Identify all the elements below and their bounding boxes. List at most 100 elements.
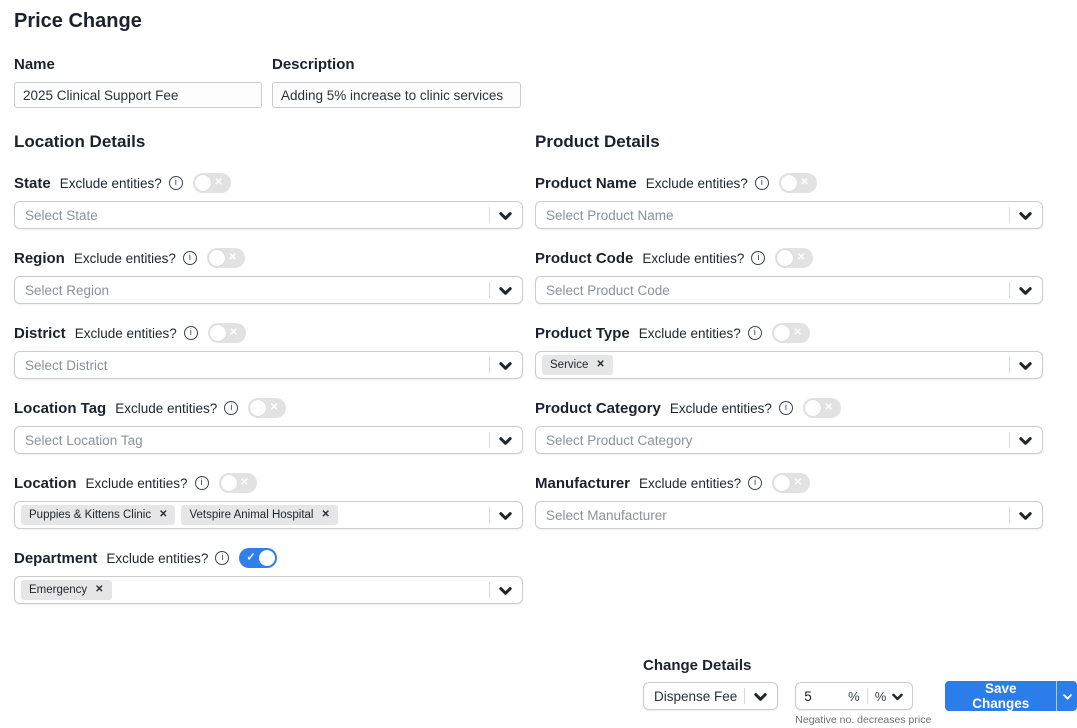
chip-remove-icon[interactable]: ✕ <box>159 510 167 520</box>
unit-value: % <box>875 689 887 704</box>
name-label: Name <box>14 56 262 73</box>
info-icon[interactable]: i <box>195 476 209 490</box>
exclude-entities-label: Exclude entities? <box>60 176 162 191</box>
district-select[interactable]: Select District <box>14 351 523 379</box>
description-input[interactable] <box>272 82 521 108</box>
field-product-type: Product Type Exclude entities? i ✕ ✓ Ser… <box>535 323 1043 379</box>
amount-suffix: % <box>848 689 860 704</box>
department-exclude-toggle[interactable]: ✕ ✓ <box>239 548 277 568</box>
product-name-label: Product Name <box>535 175 637 192</box>
save-options-button[interactable] <box>1056 681 1077 711</box>
selected-chip: Puppies & Kittens Clinic ✕ <box>21 505 175 525</box>
manufacturer-exclude-toggle[interactable]: ✕ ✓ <box>772 473 810 493</box>
select-divider <box>1009 357 1010 373</box>
amount-helper-text: Negative no. decreases price <box>795 714 931 726</box>
location-tag-select[interactable]: Select Location Tag <box>14 426 523 454</box>
field-location-tag: Location Tag Exclude entities? i ✕ ✓ Sel… <box>14 398 523 454</box>
chip-label: Puppies & Kittens Clinic <box>29 509 151 521</box>
field-manufacturer: Manufacturer Exclude entities? i ✕ ✓ Sel… <box>535 473 1043 529</box>
location-details-section: Location Details State Exclude entities?… <box>14 132 523 623</box>
chip-remove-icon[interactable]: ✕ <box>322 510 330 520</box>
amount-input[interactable] <box>804 689 834 704</box>
exclude-entities-label: Exclude entities? <box>639 326 741 341</box>
field-region: Region Exclude entities? i ✕ ✓ Select Re… <box>14 248 523 304</box>
product-category-select[interactable]: Select Product Category <box>535 426 1043 454</box>
select-divider <box>489 282 490 298</box>
toggle-knob <box>805 400 821 416</box>
change-type-value: Dispense Fee <box>654 689 737 704</box>
chevron-down-icon <box>1018 208 1033 223</box>
location-tag-label: Location Tag <box>14 400 106 417</box>
name-input[interactable] <box>14 82 262 108</box>
state-label: State <box>14 175 51 192</box>
exclude-entities-label: Exclude entities? <box>74 251 176 266</box>
select-divider <box>744 688 745 704</box>
exclude-entities-label: Exclude entities? <box>115 401 217 416</box>
product-name-select[interactable]: Select Product Name <box>535 201 1043 229</box>
select-divider <box>489 582 490 598</box>
chip-remove-icon[interactable]: ✕ <box>596 360 604 370</box>
state-exclude-toggle[interactable]: ✕ ✓ <box>193 173 231 193</box>
exclude-entities-label: Exclude entities? <box>642 251 744 266</box>
toggle-knob <box>777 250 793 266</box>
change-type-select[interactable]: Dispense Fee <box>643 682 778 710</box>
info-icon[interactable]: i <box>755 176 769 190</box>
region-exclude-toggle[interactable]: ✕ ✓ <box>207 248 245 268</box>
price-change-page: Price Change Name Description Location D… <box>0 0 1077 631</box>
exclude-entities-label: Exclude entities? <box>86 476 188 491</box>
product-type-select[interactable]: Service ✕ <box>535 351 1043 379</box>
region-select[interactable]: Select Region <box>14 276 523 304</box>
region-label: Region <box>14 250 65 267</box>
toggle-x-icon: ✕ <box>229 253 237 263</box>
product-code-select-placeholder: Select Product Code <box>546 283 670 298</box>
info-icon[interactable]: i <box>779 401 793 415</box>
chip-remove-icon[interactable]: ✕ <box>95 585 103 595</box>
unit-select[interactable]: % <box>875 689 905 704</box>
product-type-label: Product Type <box>535 325 630 342</box>
chevron-down-icon <box>498 583 513 598</box>
location-exclude-toggle[interactable]: ✕ ✓ <box>219 473 257 493</box>
select-divider <box>489 507 490 523</box>
info-icon[interactable]: i <box>184 326 198 340</box>
toggle-x-icon: ✕ <box>794 478 802 488</box>
department-label: Department <box>14 550 97 567</box>
state-select[interactable]: Select State <box>14 201 523 229</box>
info-icon[interactable]: i <box>224 401 238 415</box>
exclude-entities-label: Exclude entities? <box>639 476 741 491</box>
select-divider <box>1009 207 1010 223</box>
department-select[interactable]: Emergency ✕ <box>14 576 523 604</box>
chevron-down-icon <box>498 283 513 298</box>
toggle-knob <box>250 400 266 416</box>
info-icon[interactable]: i <box>169 176 183 190</box>
info-icon[interactable]: i <box>748 476 762 490</box>
product-name-exclude-toggle[interactable]: ✕ ✓ <box>779 173 817 193</box>
product-type-exclude-toggle[interactable]: ✕ ✓ <box>772 323 810 343</box>
info-icon[interactable]: i <box>748 326 762 340</box>
save-changes-button[interactable]: Save Changes <box>945 681 1056 711</box>
change-details-title: Change Details <box>643 657 1077 674</box>
toggle-x-icon: ✕ <box>797 253 805 263</box>
location-select[interactable]: Puppies & Kittens Clinic ✕ Vetspire Anim… <box>14 501 523 529</box>
select-divider <box>1009 507 1010 523</box>
location-tag-exclude-toggle[interactable]: ✕ ✓ <box>248 398 286 418</box>
field-product-category: Product Category Exclude entities? i ✕ ✓… <box>535 398 1043 454</box>
select-divider <box>1009 282 1010 298</box>
location-details-title: Location Details <box>14 132 523 152</box>
product-code-exclude-toggle[interactable]: ✕ ✓ <box>775 248 813 268</box>
product-code-select[interactable]: Select Product Code <box>535 276 1043 304</box>
field-product-code: Product Code Exclude entities? i ✕ ✓ Sel… <box>535 248 1043 304</box>
selected-chip: Emergency ✕ <box>21 580 112 600</box>
info-icon[interactable]: i <box>215 551 229 565</box>
product-category-exclude-toggle[interactable]: ✕ ✓ <box>803 398 841 418</box>
toggle-x-icon: ✕ <box>270 403 278 413</box>
manufacturer-select[interactable]: Select Manufacturer <box>535 501 1043 529</box>
field-state: State Exclude entities? i ✕ ✓ Select Sta… <box>14 173 523 229</box>
location-tag-select-placeholder: Select Location Tag <box>25 433 143 448</box>
info-icon[interactable]: i <box>751 251 765 265</box>
description-field-group: Description <box>272 56 521 108</box>
select-divider <box>489 207 490 223</box>
toggle-x-icon: ✕ <box>793 328 801 338</box>
district-exclude-toggle[interactable]: ✕ ✓ <box>208 323 246 343</box>
info-icon[interactable]: i <box>183 251 197 265</box>
toggle-x-icon: ✕ <box>229 328 237 338</box>
